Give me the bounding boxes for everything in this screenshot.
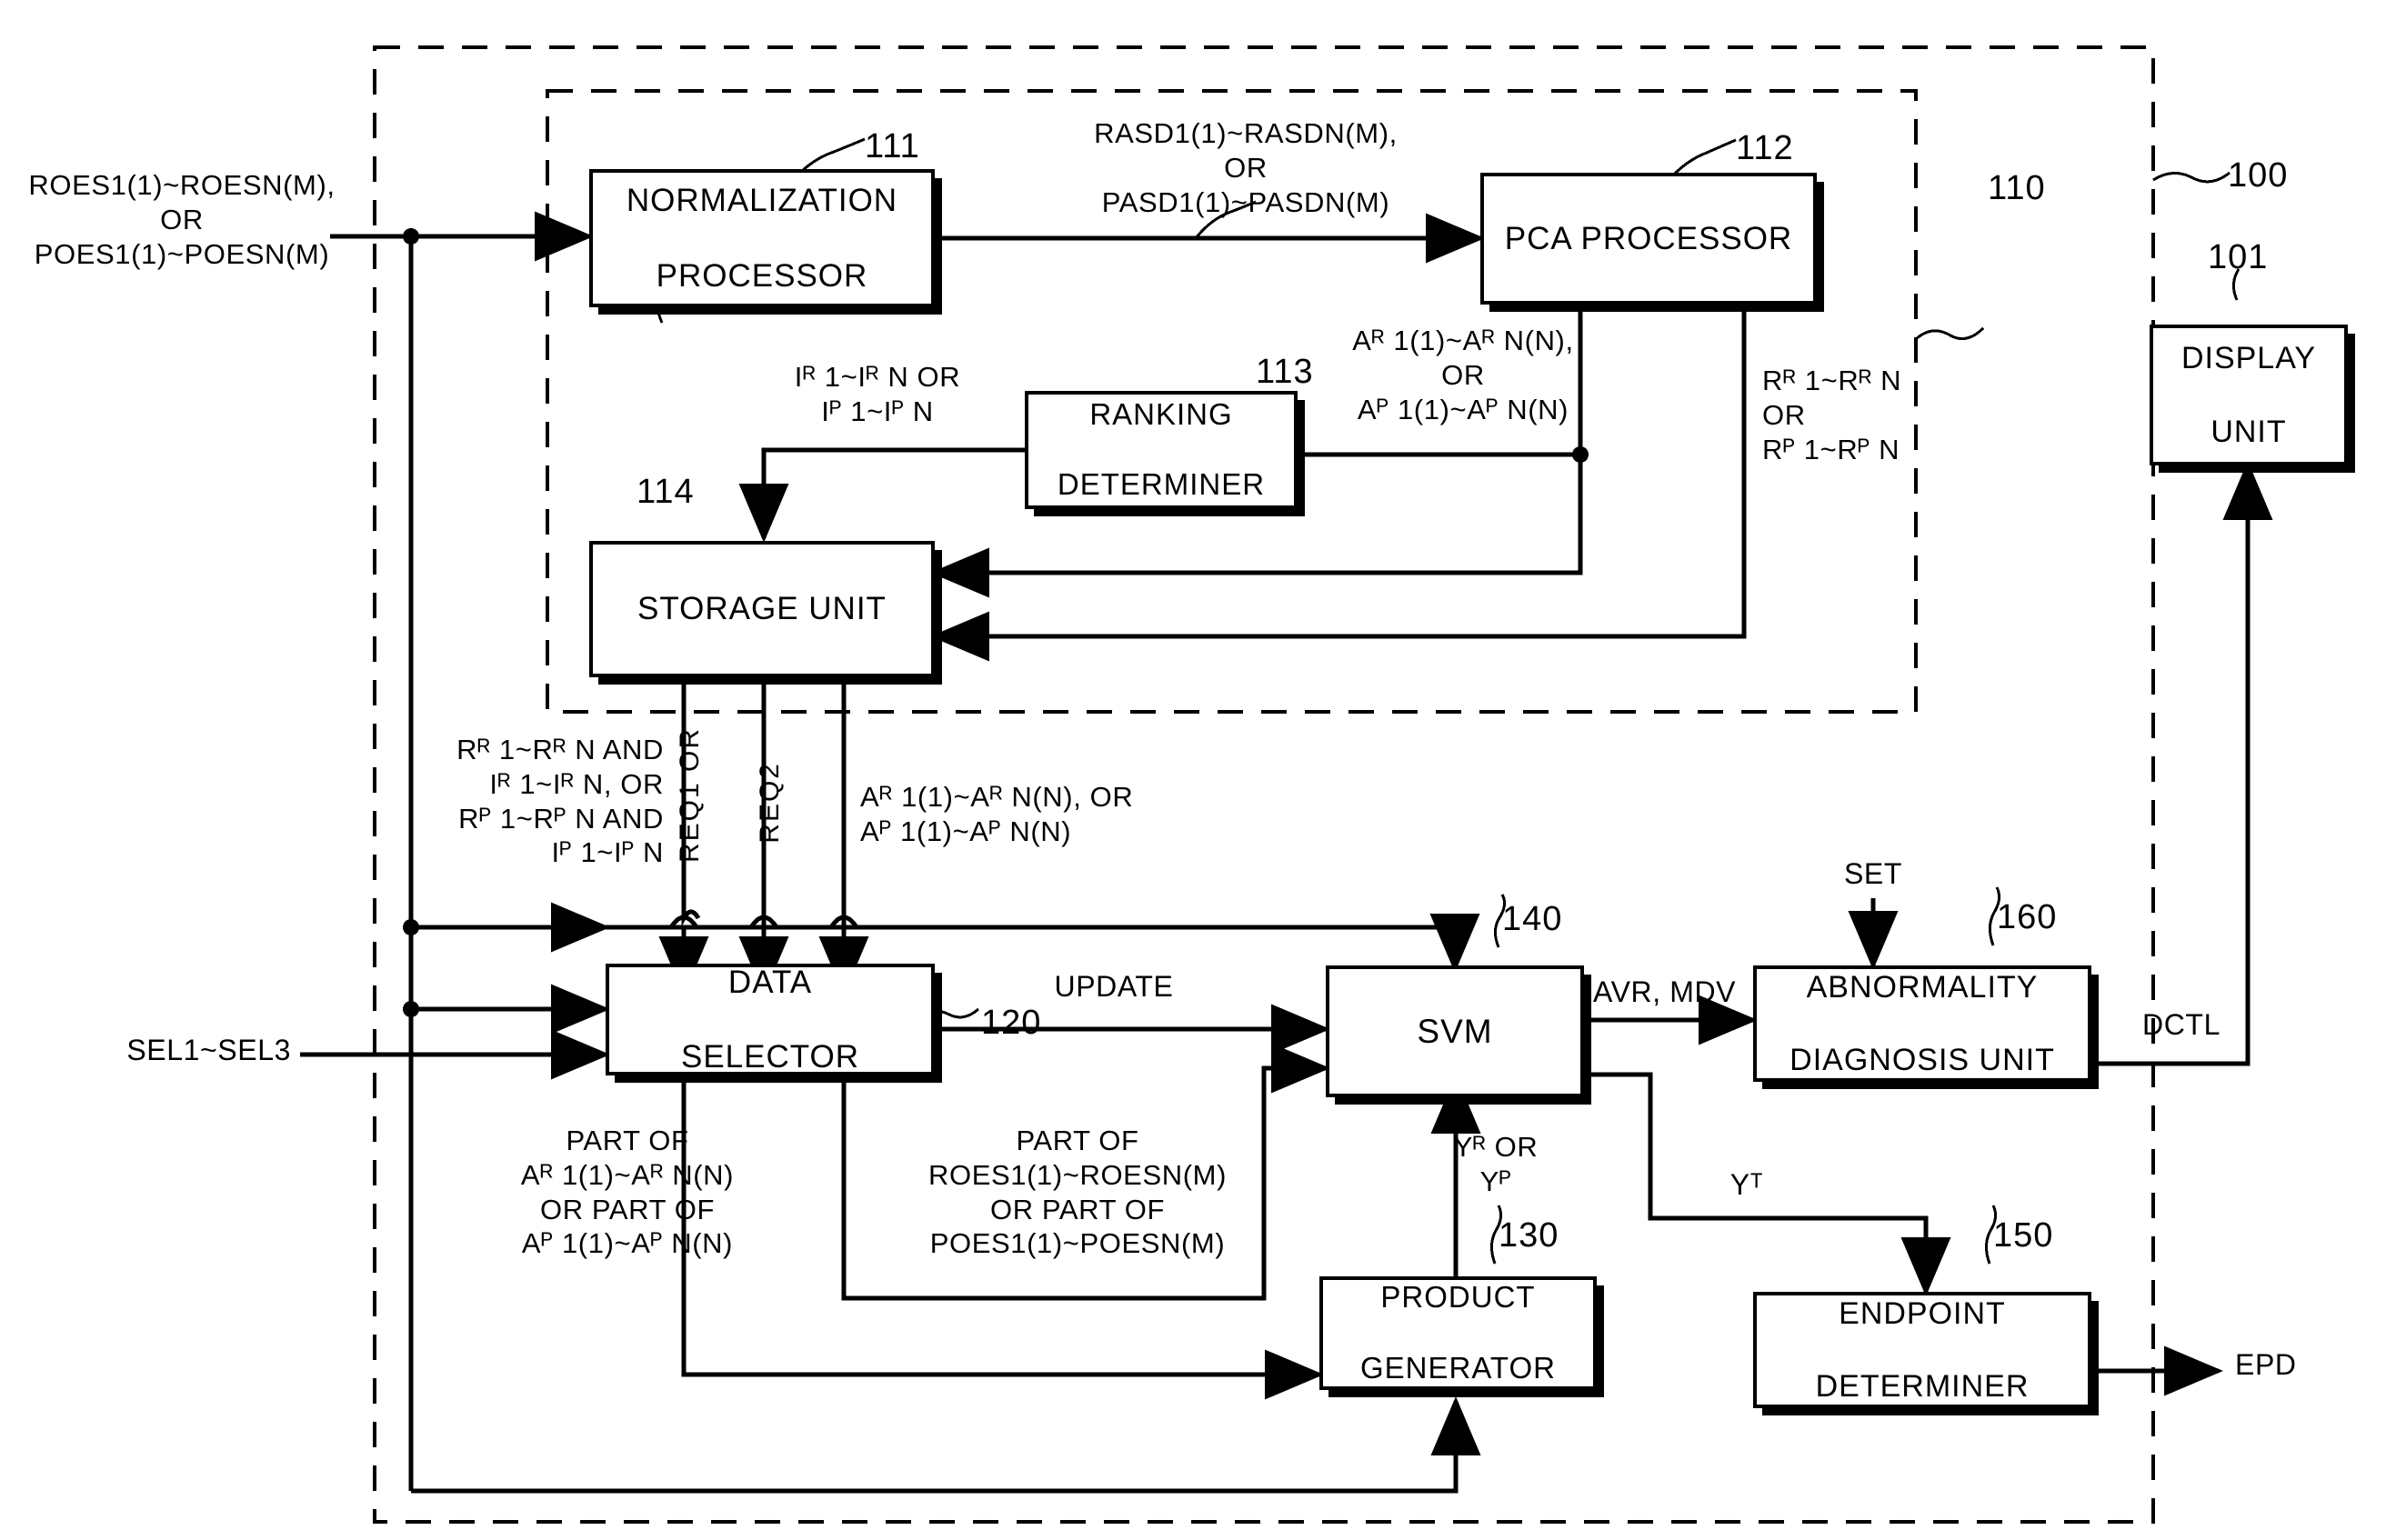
ref-numeral-140: 140: [1502, 900, 1563, 938]
block-label-line: DIAGNOSIS UNIT: [1790, 1043, 2055, 1078]
figure-canvas: NORMALIZATION PROCESSOR PCA PROCESSOR RA…: [0, 0, 2386, 1540]
label-ranking-output: Aᴿ 1(1)~Aᴿ N(N), OR Aᴾ 1(1)~Aᴾ N(N): [1352, 325, 1574, 425]
label-part-of-amplitude: PART OF Aᴿ 1(1)~Aᴿ N(N) OR PART OF Aᴾ 1(…: [520, 1125, 735, 1260]
block-data-selector[interactable]: DATA SELECTOR: [606, 964, 935, 1075]
label-dctl: DCTL: [2142, 1008, 2221, 1041]
leader-110: [1915, 326, 1985, 341]
label-ranking-input: Iᴿ 1~Iᴿ N OR Iᴾ 1~Iᴾ N: [794, 361, 961, 427]
block-label-line: DETERMINER: [1815, 1369, 2030, 1405]
wire-input-bottom-to-productgen: [411, 1396, 1481, 1494]
label-part-of-raw: PART OF ROES1(1)~ROESN(M) OR PART OF POE…: [928, 1125, 1227, 1260]
ref-numeral-160: 160: [1997, 898, 2058, 936]
ref-numeral-101: 101: [2208, 238, 2269, 276]
block-label-line: NORMALIZATION: [626, 183, 898, 219]
ref-numeral-114: 114: [637, 473, 695, 511]
wire-selector-raw-to-svm: [1261, 1043, 1330, 1094]
label-set: SET: [1843, 857, 1903, 890]
block-ranking-determiner[interactable]: RANKING DETERMINER: [1025, 391, 1298, 509]
label-svm-product-input: Yᴿ OR Yᴾ: [1453, 1131, 1539, 1197]
ref-numeral-130: 130: [1499, 1216, 1559, 1255]
ref-numeral-150: 150: [1993, 1216, 2054, 1255]
block-label-line: DISPLAY: [2180, 341, 2317, 376]
ref-numeral-100: 100: [2228, 156, 2289, 195]
label-storage-amplitude-bus: Aᴿ 1(1)~Aᴿ N(N), OR Aᴾ 1(1)~Aᴾ N(N): [860, 781, 1134, 847]
ref-numeral-120: 120: [981, 1004, 1042, 1042]
block-abnormality-diagnosis-unit[interactable]: ABNORMALITY DIAGNOSIS UNIT: [1753, 965, 2091, 1082]
junction-input-sel2: [403, 1001, 419, 1017]
block-label-line: DATA: [727, 964, 813, 1000]
block-storage-unit[interactable]: STORAGE UNIT: [589, 541, 935, 677]
ref-numeral-111: 111: [865, 127, 920, 165]
leader-100: [2152, 171, 2231, 184]
block-normalization-processor[interactable]: NORMALIZATION PROCESSOR: [589, 169, 935, 307]
block-display-unit[interactable]: DISPLAY UNIT: [2150, 325, 2348, 465]
block-pca-processor[interactable]: PCA PROCESSOR: [1480, 173, 1817, 305]
block-label-line: UNIT: [2211, 414, 2287, 449]
block-svm[interactable]: SVM: [1326, 965, 1584, 1097]
block-label-line: SELECTOR: [680, 1039, 860, 1075]
block-label-line: RANKING: [1089, 396, 1233, 431]
label-sel-control: SEL1~SEL3: [126, 1034, 291, 1066]
wire-bus-to-svm: [411, 914, 1480, 973]
label-req2: REQ2: [755, 762, 785, 844]
label-pca-rank-output: Rᴿ 1~Rᴿ N OR Rᴾ 1~Rᴾ N: [1762, 365, 1902, 465]
ref-numeral-110: 110: [1988, 169, 2046, 207]
label-req1: REQ1 OR: [675, 727, 705, 864]
wire-abnormality-dctl: [2091, 461, 2273, 1066]
label-avr-mdv: AVR, MDV: [1593, 975, 1737, 1008]
label-yt: Yᵀ: [1729, 1168, 1764, 1201]
block-label-line: GENERATOR: [1360, 1350, 1556, 1385]
block-label-line: STORAGE UNIT: [637, 591, 887, 627]
label-input-signal: ROES1(1)~ROESN(M), OR POES1(1)~POESN(M): [28, 169, 336, 270]
label-storage-rank-index-bus: Rᴿ 1~Rᴿ N AND Iᴿ 1~Iᴿ N, OR Rᴾ 1~Rᴾ N AN…: [456, 734, 664, 869]
block-endpoint-determiner[interactable]: ENDPOINT DETERMINER: [1753, 1292, 2091, 1408]
block-label-line: SVM: [1417, 1012, 1493, 1050]
block-label-line: ENDPOINT: [1839, 1295, 2006, 1331]
block-label-line: PROCESSOR: [656, 257, 868, 294]
block-label-line: DETERMINER: [1057, 467, 1266, 502]
label-epd: EPD: [2235, 1348, 2297, 1381]
block-label-line: PCA PROCESSOR: [1504, 220, 1793, 256]
block-label-line: ABNORMALITY: [1806, 969, 2039, 1005]
label-update: UPDATE: [1054, 970, 1174, 1003]
wire-ranking-in: [761, 447, 1025, 509]
block-product-generator[interactable]: PRODUCT GENERATOR: [1319, 1276, 1597, 1390]
ref-numeral-112: 112: [1736, 129, 1794, 167]
block-label-line: PRODUCT: [1380, 1280, 1536, 1315]
label-normalized-output: RASD1(1)~RASDN(M), OR PASD1(1)~PASDN(M): [1094, 117, 1398, 218]
